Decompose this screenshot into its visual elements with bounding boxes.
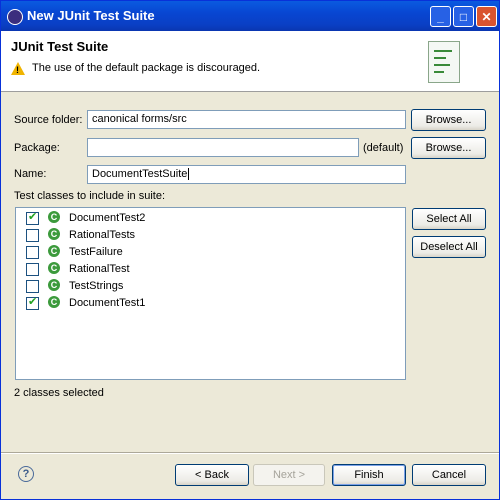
package-default-suffix: (default)	[363, 142, 404, 154]
class-checkbox[interactable]	[26, 280, 39, 293]
title-bar[interactable]: New JUnit Test Suite _ □ ✕	[1, 1, 499, 31]
classes-label: Test classes to include in suite:	[14, 190, 166, 202]
package-label: Package:	[14, 142, 60, 154]
header-message: The use of the default package is discou…	[32, 62, 261, 74]
selection-status: 2 classes selected	[14, 387, 104, 399]
test-class-icon: C	[48, 279, 60, 291]
test-class-icon: C	[48, 211, 60, 223]
class-name: RationalTest	[69, 263, 130, 275]
class-name: RationalTests	[69, 229, 136, 241]
list-item[interactable]: C RationalTests	[26, 227, 386, 244]
test-class-icon: C	[48, 296, 60, 308]
next-button[interactable]: Next >	[253, 464, 325, 486]
eclipse-icon	[7, 9, 23, 25]
page-title: JUnit Test Suite	[11, 39, 109, 54]
warning-icon: !	[11, 62, 25, 75]
text-cursor	[188, 168, 190, 181]
class-checkbox[interactable]	[26, 295, 39, 310]
window-title: New JUnit Test Suite	[27, 8, 155, 23]
class-checkbox[interactable]	[26, 263, 39, 276]
back-button[interactable]: < Back	[175, 464, 249, 486]
source-folder-label: Source folder:	[14, 114, 83, 126]
package-field[interactable]	[87, 138, 359, 157]
package-browse-button[interactable]: Browse...	[411, 137, 486, 159]
class-checkbox[interactable]	[26, 229, 39, 242]
class-name: DocumentTest1	[69, 297, 146, 309]
list-item[interactable]: C TestStrings	[26, 278, 386, 295]
list-item[interactable]: C DocumentTest1	[26, 295, 386, 312]
source-folder-browse-button[interactable]: Browse...	[411, 109, 486, 131]
footer-divider	[1, 452, 499, 454]
cancel-button[interactable]: Cancel	[412, 464, 486, 486]
class-checkbox[interactable]	[26, 246, 39, 259]
wizard-header: JUnit Test Suite ! The use of the defaul…	[1, 31, 499, 92]
test-class-icon: C	[48, 245, 60, 257]
finish-button[interactable]: Finish	[332, 464, 406, 486]
class-checkbox[interactable]	[26, 210, 39, 225]
close-button[interactable]: ✕	[476, 6, 497, 27]
dialog-window: New JUnit Test Suite _ □ ✕ JUnit Test Su…	[0, 0, 500, 500]
test-class-icon: C	[48, 228, 60, 240]
name-field[interactable]: DocumentTestSuite	[87, 165, 406, 184]
class-name: DocumentTest2	[69, 212, 146, 224]
source-folder-field[interactable]: canonical forms/src	[87, 110, 406, 129]
list-item[interactable]: C TestFailure	[26, 244, 386, 261]
class-name: TestStrings	[69, 280, 124, 292]
deselect-all-button[interactable]: Deselect All	[412, 236, 486, 258]
maximize-button[interactable]: □	[453, 6, 474, 27]
list-item[interactable]: C RationalTest	[26, 261, 386, 278]
test-suite-wizard-icon	[428, 41, 460, 83]
class-name: TestFailure	[69, 246, 123, 258]
select-all-button[interactable]: Select All	[412, 208, 486, 230]
list-item[interactable]: C DocumentTest2	[26, 210, 386, 227]
name-field-value: DocumentTestSuite	[92, 168, 188, 180]
minimize-button[interactable]: _	[430, 6, 451, 27]
name-label: Name:	[14, 168, 47, 180]
help-icon[interactable]: ?	[18, 466, 34, 482]
test-classes-list[interactable]: C DocumentTest2 C RationalTests C TestFa…	[15, 207, 406, 380]
test-class-icon: C	[48, 262, 60, 274]
